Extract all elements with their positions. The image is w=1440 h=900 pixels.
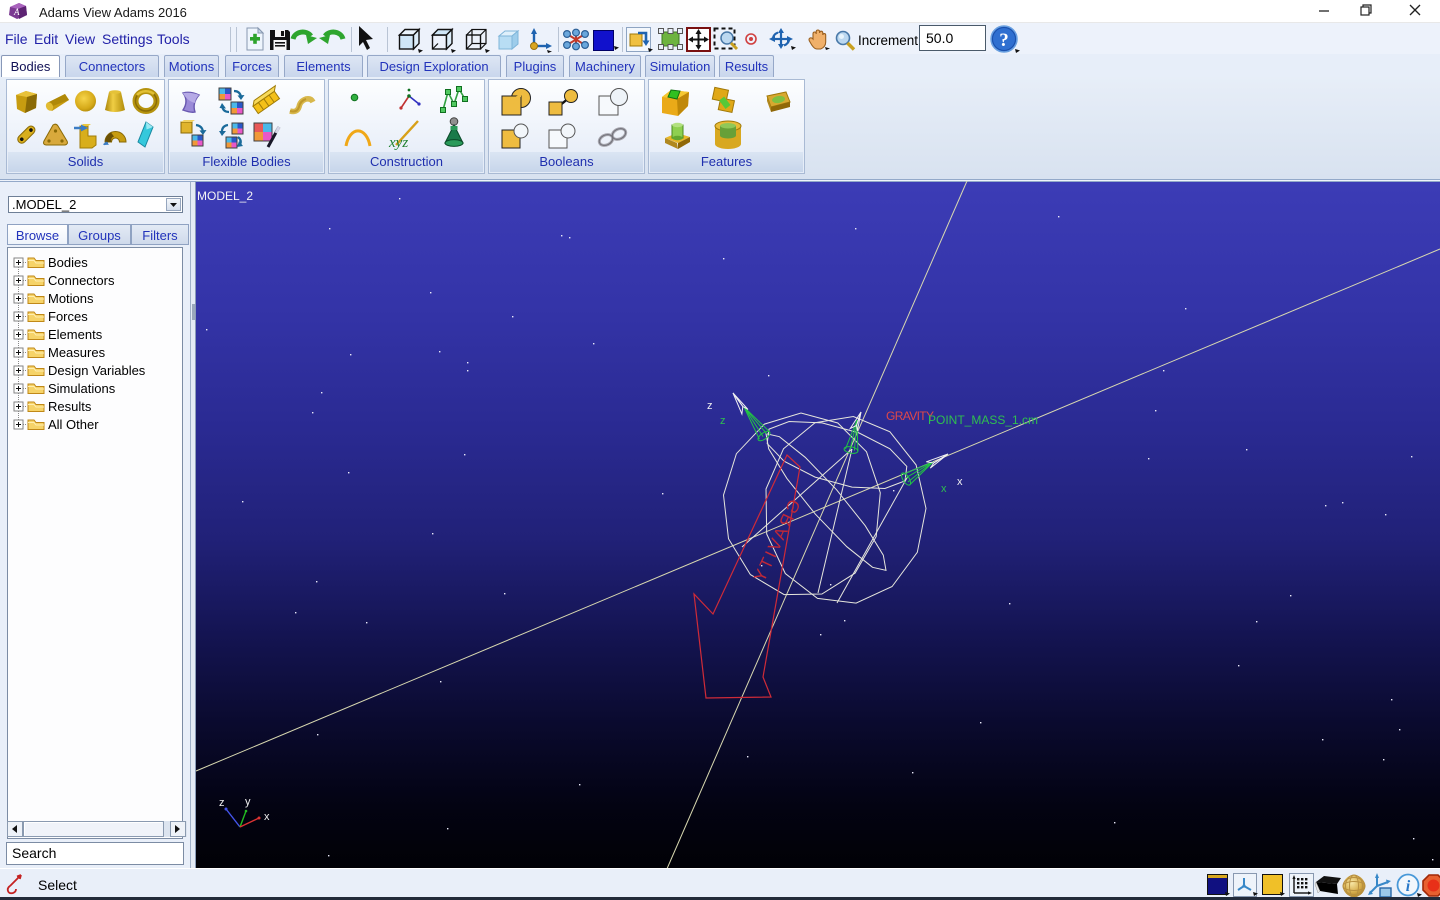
svg-text:All Other: All Other xyxy=(48,417,99,432)
svg-text:z: z xyxy=(707,400,713,412)
svg-text:y: y xyxy=(245,796,251,808)
svg-text:POINT_MASS_1.cm: POINT_MASS_1.cm xyxy=(928,413,1038,427)
svg-text:x: x xyxy=(957,476,963,488)
svg-text:Bodies: Bodies xyxy=(48,255,88,270)
svg-text:x: x xyxy=(941,483,947,495)
svg-text:i: i xyxy=(1406,878,1411,895)
svg-text:Connectors: Connectors xyxy=(48,273,115,288)
svg-text:Results: Results xyxy=(48,399,92,414)
svg-text:x: x xyxy=(264,811,270,823)
svg-text:Design Variables: Design Variables xyxy=(48,363,146,378)
svg-text:Elements: Elements xyxy=(48,327,103,342)
svg-text:A: A xyxy=(13,7,20,17)
svg-text:Measures: Measures xyxy=(48,345,106,360)
svg-text:xyz: xyz xyxy=(388,135,408,151)
svg-text:Motions: Motions xyxy=(48,291,94,306)
svg-text:GRAVITY: GRAVITY xyxy=(886,409,934,423)
svg-text:MODEL_2: MODEL_2 xyxy=(197,189,253,203)
svg-text:?: ? xyxy=(999,30,1009,51)
svg-text:Forces: Forces xyxy=(48,309,88,324)
svg-text:z: z xyxy=(720,415,726,427)
svg-text:Simulations: Simulations xyxy=(48,381,116,396)
svg-text:z: z xyxy=(219,797,225,809)
